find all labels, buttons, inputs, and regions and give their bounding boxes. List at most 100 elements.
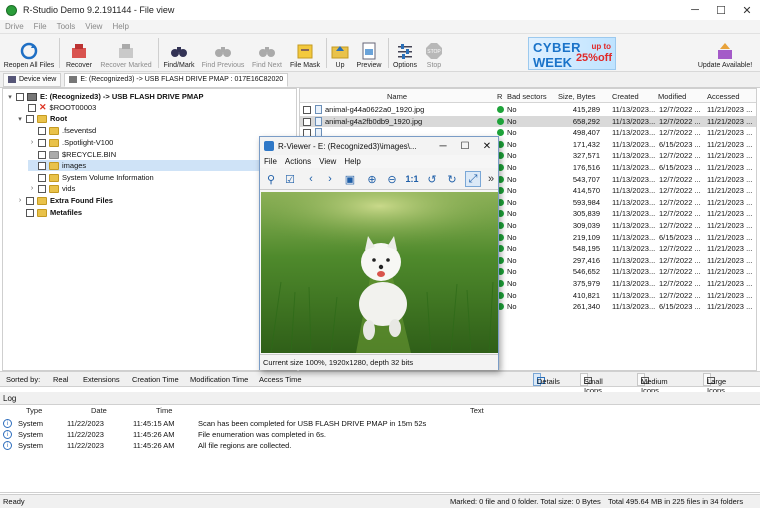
viewer-menu-help[interactable]: Help (340, 157, 364, 166)
tree-checkbox[interactable] (28, 103, 36, 112)
file-mask-button[interactable]: File Mask (287, 35, 323, 71)
tree-item-extra-found-files[interactable]: › Extra Found Files (16, 195, 113, 206)
find-previous-button[interactable]: Find Previous (199, 35, 247, 71)
collapse-icon[interactable]: ▾ (16, 115, 24, 123)
viewer-menu-file[interactable]: File (260, 157, 281, 166)
menu-tools[interactable]: Tools (52, 22, 81, 31)
col-accessed-header[interactable]: Accessed (707, 92, 740, 101)
expand-icon[interactable]: › (28, 139, 36, 146)
log-row[interactable]: i System 11/22/2023 11:45:26 AM File enu… (0, 430, 760, 440)
row-checkbox[interactable] (303, 117, 311, 126)
cyber-week-banner[interactable]: CYBER WEEK up to 25%off (528, 37, 616, 70)
viewer-close-button[interactable]: ✕ (476, 137, 498, 155)
tab-device-view[interactable]: Device view (3, 72, 62, 87)
menu-view[interactable]: View (80, 22, 107, 31)
view-small-icons-button[interactable]: Small Icons (580, 373, 603, 395)
update-available-button[interactable]: Update Available! (694, 35, 756, 71)
file-created: 11/13/2023... (612, 105, 656, 114)
fit-to-window-icon[interactable]: ⤢ (465, 171, 481, 187)
log-col-time[interactable]: Time (156, 406, 172, 415)
tree-checkbox[interactable] (38, 126, 46, 135)
log-col-type[interactable]: Type (26, 406, 42, 415)
next-arrow-icon[interactable]: › (322, 171, 338, 187)
sort-real[interactable]: Real (53, 375, 68, 384)
file-accessed: 11/21/2023 ... (707, 290, 753, 300)
col-bad-sectors-header[interactable]: Bad sectors (507, 92, 547, 101)
col-modified-header[interactable]: Modified (658, 92, 686, 101)
tree-checkbox[interactable] (16, 92, 24, 101)
recover-button[interactable]: Recover (62, 35, 96, 71)
expand-icon[interactable]: › (16, 197, 24, 204)
view-details-button[interactable]: Details (533, 373, 560, 386)
viewer-maximize-button[interactable]: ☐ (454, 137, 476, 155)
minimize-button[interactable]: ─ (682, 0, 708, 20)
tree-item-recycle-bin[interactable]: $RECYCLE.BIN (28, 149, 116, 160)
col-r-header[interactable]: R (497, 92, 502, 101)
reopen-all-files-button[interactable]: Reopen All Files (2, 35, 56, 71)
col-name-header[interactable]: Name (387, 92, 407, 101)
view-large-icons-button[interactable]: Large Icons (703, 373, 726, 395)
tab-file-path[interactable]: E: (Recognized3) -> USB FLASH DRIVE PMAP… (64, 72, 289, 87)
row-checkbox[interactable] (303, 106, 311, 114)
tree-item-metafiles[interactable]: Metafiles (16, 207, 82, 218)
tree-item-system-volume-info[interactable]: System Volume Information (28, 172, 154, 183)
tree-checkbox[interactable] (26, 196, 34, 205)
tree-checkbox[interactable] (38, 184, 46, 193)
log-row[interactable]: i System 11/22/2023 11:45:26 AM All file… (0, 441, 760, 451)
log-col-date[interactable]: Date (91, 406, 107, 415)
preview-button[interactable]: Preview (354, 35, 384, 71)
col-created-header[interactable]: Created (612, 92, 639, 101)
viewer-minimize-button[interactable]: ─ (432, 137, 454, 155)
view-medium-icons-button[interactable]: Medium Icons (637, 373, 668, 395)
file-row[interactable]: animal-g4a2fb0db9_1920.jpg No 658,292 11/13… (300, 115, 756, 128)
tree-checkbox[interactable] (38, 138, 46, 147)
viewer-menu-view[interactable]: View (315, 157, 340, 166)
tree-item-root[interactable]: ▾ Root (16, 113, 67, 124)
zoom-out-icon[interactable]: ⊖ (384, 171, 400, 187)
file-bad-sectors: No (507, 279, 517, 288)
tree-item-spotlight[interactable]: › .Spotlight-V100 (28, 137, 113, 148)
find-next-button[interactable]: Find Next (249, 35, 285, 71)
collapse-icon[interactable]: ▾ (6, 93, 14, 101)
log-col-text[interactable]: Text (470, 406, 484, 415)
tree-item-vids[interactable]: › vids (28, 183, 76, 194)
rotate-left-icon[interactable]: ↺ (424, 171, 440, 187)
recover-marked-button[interactable]: Recover Marked (97, 35, 155, 71)
sort-creation-time[interactable]: Creation Time (132, 375, 179, 384)
tree-checkbox[interactable] (26, 208, 34, 217)
sort-extensions[interactable]: Extensions (83, 375, 120, 384)
maximize-button[interactable]: ☐ (708, 0, 734, 20)
find-mark-button[interactable]: Find/Mark (161, 35, 197, 71)
tree-item-images[interactable]: images (28, 160, 296, 171)
viewer-menu-actions[interactable]: Actions (281, 157, 315, 166)
tree-item-fseventsd[interactable]: .fseventsd (28, 125, 96, 136)
tree-checkbox[interactable] (38, 150, 46, 159)
menu-help[interactable]: Help (107, 22, 133, 31)
menu-file[interactable]: File (29, 22, 52, 31)
tree-checkbox[interactable] (38, 161, 46, 170)
sort-access-time[interactable]: Access Time (259, 375, 302, 384)
locate-icon[interactable]: ⚲ (263, 171, 279, 187)
options-button[interactable]: Options (391, 35, 419, 71)
close-button[interactable]: ✕ (734, 0, 760, 20)
file-row[interactable]: animal-g44a0622a0_1920.jpg No 415,289 11/13… (300, 104, 756, 116)
col-size-header[interactable]: Size, Bytes (558, 92, 596, 101)
log-row[interactable]: i System 11/22/2023 11:45:15 AM Scan has… (0, 419, 760, 429)
tree-checkbox[interactable] (26, 114, 34, 123)
checkbox-icon[interactable]: ☑ (282, 171, 298, 187)
gallery-icon[interactable]: ▣ (342, 171, 358, 187)
tree-checkbox[interactable] (38, 173, 46, 182)
previous-arrow-icon[interactable]: ‹ (303, 171, 319, 187)
expand-icon[interactable]: › (28, 185, 36, 192)
tree-item-root00003[interactable]: ✕ $ROOT00003 (28, 102, 96, 113)
file-accessed: 11/21/2023 ... (707, 279, 753, 288)
menu-drive[interactable]: Drive (0, 22, 29, 31)
up-button[interactable]: Up (328, 35, 352, 71)
actual-size-icon[interactable]: 1:1 (404, 171, 420, 187)
zoom-in-icon[interactable]: ⊕ (364, 171, 380, 187)
stop-button[interactable]: STOP Stop (421, 35, 447, 71)
sort-modification-time[interactable]: Modification Time (190, 375, 248, 384)
more-tools-icon[interactable]: » (485, 171, 497, 187)
tree-item-drive[interactable]: ▾ E: (Recognized3) -> USB FLASH DRIVE PMA… (6, 91, 203, 102)
rotate-right-icon[interactable]: ↻ (444, 171, 460, 187)
